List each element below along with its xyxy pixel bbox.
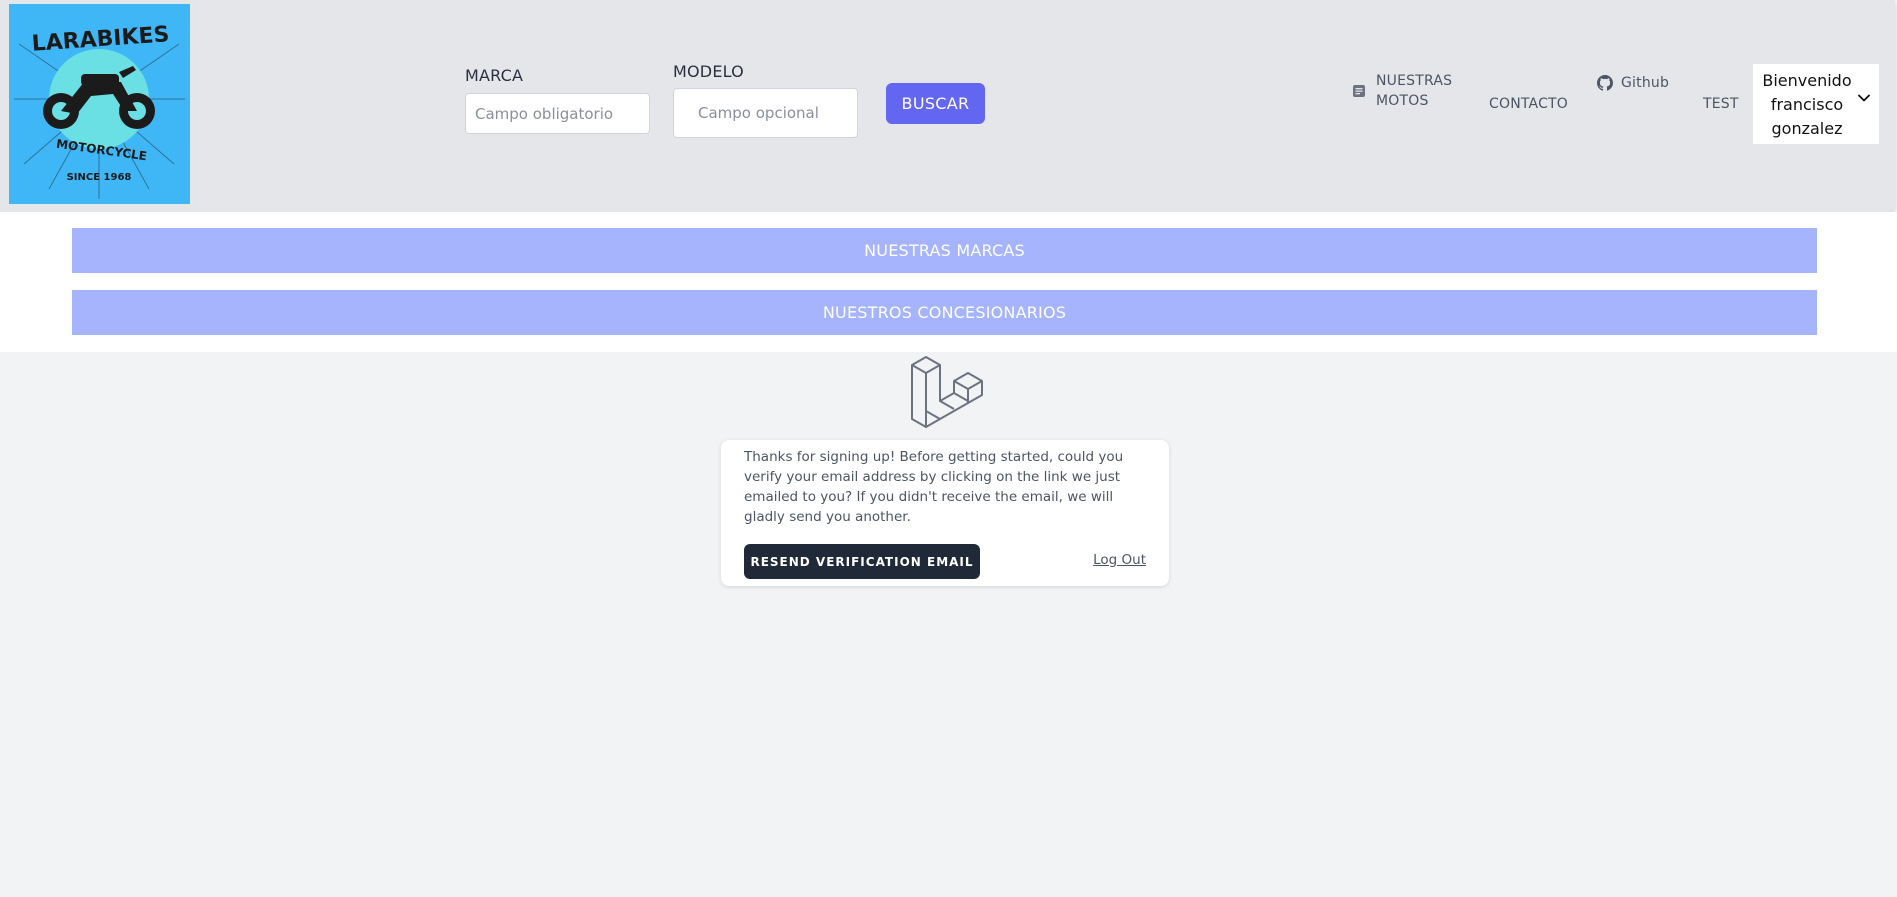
- nav-contacto[interactable]: CONTACTO: [1489, 94, 1568, 114]
- sections-band: NUESTRAS MARCAS NUESTROS CONCESIONARIOS: [0, 212, 1897, 352]
- motorcycle-logo-icon: LARABIKES MOTORCYCLE SINCE 1968: [14, 22, 185, 199]
- larabikes-logo[interactable]: LARABIKES MOTORCYCLE SINCE 1968: [9, 4, 190, 204]
- resend-verification-button[interactable]: RESEND VERIFICATION EMAIL: [744, 544, 980, 579]
- user-menu-dropdown[interactable]: Bienvenido francisco gonzalez: [1753, 64, 1879, 144]
- buscar-button[interactable]: BUSCAR: [886, 83, 985, 124]
- user-greeting: Bienvenido francisco gonzalez: [1759, 69, 1855, 141]
- modelo-label: MODELO: [673, 62, 744, 81]
- modelo-input[interactable]: [673, 88, 858, 138]
- nav-nuestras-motos[interactable]: NUESTRAS MOTOS: [1376, 71, 1452, 111]
- svg-text:LARABIKES: LARABIKES: [31, 22, 170, 57]
- marca-input[interactable]: [465, 93, 650, 134]
- user-greeting-line1: Bienvenido: [1762, 71, 1852, 90]
- chevron-down-icon: [1858, 94, 1870, 102]
- nav-motos-line2: MOTOS: [1376, 93, 1429, 109]
- github-icon: [1597, 75, 1613, 91]
- user-first-name: francisco: [1770, 95, 1844, 114]
- svg-text:SINCE 1968: SINCE 1968: [67, 172, 132, 183]
- verification-message: Thanks for signing up! Before getting st…: [744, 449, 1124, 525]
- logout-link[interactable]: Log Out: [1093, 552, 1146, 568]
- user-last-name: gonzalez: [1771, 119, 1843, 138]
- nav-motos-line1: NUESTRAS: [1376, 73, 1453, 89]
- nuestras-marcas-bar[interactable]: NUESTRAS MARCAS: [72, 228, 1817, 273]
- marca-label: MARCA: [465, 66, 524, 85]
- laravel-logo-icon: [911, 356, 983, 428]
- verification-card: Thanks for signing up! Before getting st…: [721, 440, 1169, 586]
- nuestros-concesionarios-bar[interactable]: NUESTROS CONCESIONARIOS: [72, 290, 1817, 335]
- document-icon: [1353, 85, 1365, 97]
- top-header: LARABIKES MOTORCYCLE SINCE 1968 MARCA MO…: [0, 0, 1895, 212]
- nav-github[interactable]: Github: [1621, 73, 1669, 93]
- nav-test[interactable]: TEST: [1703, 94, 1739, 114]
